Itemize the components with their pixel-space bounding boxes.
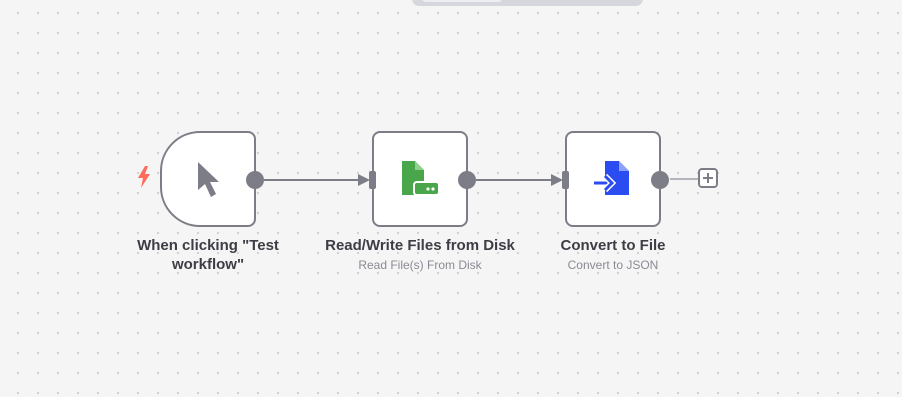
node-label: When clicking "Test workflow" [113, 236, 303, 274]
node-title: When clicking "Test workflow" [137, 237, 279, 273]
lightning-bolt-icon [136, 166, 152, 193]
file-disk-icon [398, 159, 442, 199]
node-manual-trigger[interactable] [160, 131, 256, 227]
cursor-pointer-icon [193, 159, 223, 199]
output-port[interactable] [651, 171, 669, 189]
output-port[interactable] [458, 171, 476, 189]
node-title: Read/Write Files from Disk [325, 237, 515, 254]
input-port[interactable] [369, 171, 376, 189]
node-label: Read/Write Files from Disk Read File(s) … [325, 236, 515, 273]
connection-trigger-to-readwrite[interactable] [264, 174, 370, 186]
node-label: Convert to File Convert to JSON [518, 236, 708, 273]
node-read-write-files[interactable] [372, 131, 468, 227]
node-convert-to-file[interactable] [565, 131, 661, 227]
file-convert-icon [591, 159, 635, 199]
node-title: Convert to File [560, 237, 666, 254]
node-subtitle: Read File(s) From Disk [358, 258, 482, 272]
connection-readwrite-to-convert[interactable] [476, 174, 563, 186]
input-port[interactable] [562, 171, 569, 189]
output-port[interactable] [246, 171, 264, 189]
node-subtitle: Convert to JSON [567, 258, 659, 272]
add-node-button[interactable] [698, 168, 718, 188]
